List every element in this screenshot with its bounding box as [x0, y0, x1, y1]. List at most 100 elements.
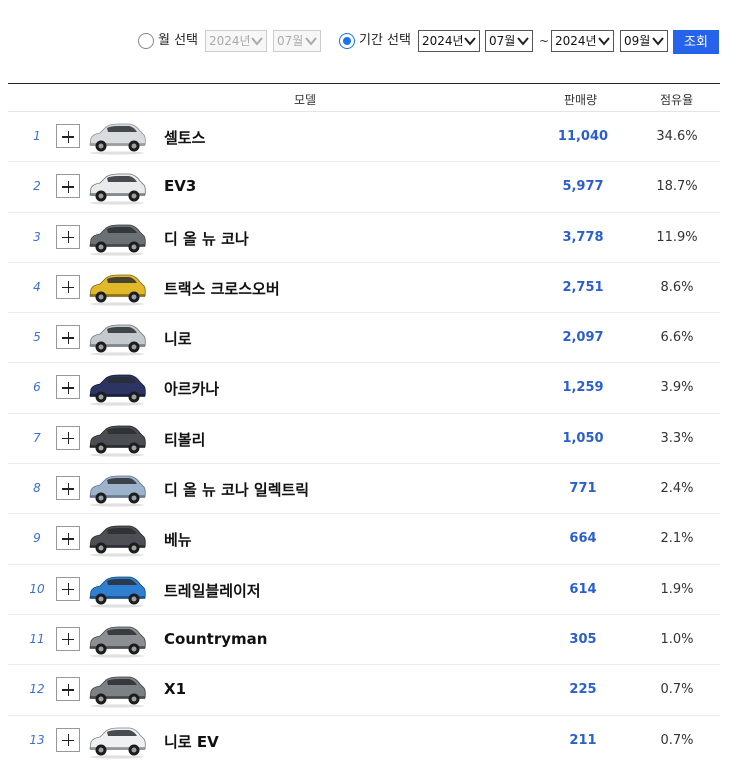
expand-plus-icon[interactable] — [56, 727, 80, 752]
market-share: 3.9% — [660, 380, 694, 396]
sales-ranking-table: 모델 판매량 점유율 1 셀토스 11,040 34.6% 2 EV3 5,977 18.7%… — [8, 83, 720, 764]
table-row: 7 티볼리 1,050 3.3% — [8, 414, 720, 465]
sales-count: 614 — [569, 581, 597, 597]
market-share: 2.1% — [660, 531, 694, 547]
car-thumbnail — [89, 274, 146, 306]
range-separator: ~ — [539, 34, 550, 48]
expand-plus-icon[interactable] — [56, 526, 80, 551]
model-name[interactable]: X1 — [164, 680, 186, 698]
table-row: 6 아르카나 1,259 3.9% — [8, 363, 720, 414]
model-name[interactable]: 티볼리 — [164, 429, 205, 450]
month-month-select[interactable]: 07월 — [273, 30, 321, 52]
expand-plus-icon[interactable] — [56, 576, 80, 601]
chevron-down-icon — [517, 37, 529, 46]
expand-plus-icon[interactable] — [56, 274, 80, 299]
model-name[interactable]: 디 올 뉴 코나 — [164, 228, 249, 249]
car-thumbnail — [89, 375, 146, 407]
rank-number: 3 — [33, 229, 41, 244]
sales-count: 211 — [569, 732, 597, 748]
market-share: 2.4% — [660, 481, 694, 497]
car-thumbnail — [89, 475, 146, 507]
model-name[interactable]: 아르카나 — [164, 378, 219, 399]
market-share: 8.6% — [660, 279, 694, 295]
rank-number: 8 — [33, 481, 41, 496]
table-row: 3 디 올 뉴 코나 3,778 11.9% — [8, 213, 720, 263]
market-share: 0.7% — [660, 682, 694, 698]
column-header-model: 모델 — [294, 93, 317, 107]
market-share: 1.9% — [660, 581, 694, 597]
sales-count: 771 — [569, 481, 597, 497]
sales-count: 664 — [569, 531, 597, 547]
car-thumbnail — [89, 727, 146, 759]
expand-plus-icon[interactable] — [56, 476, 80, 501]
market-share: 0.7% — [660, 732, 694, 748]
car-thumbnail — [89, 576, 146, 608]
model-name[interactable]: 트랙스 크로스오버 — [164, 278, 280, 299]
search-button[interactable]: 조회 — [673, 30, 719, 54]
sales-count: 1,050 — [562, 430, 604, 446]
model-name[interactable]: Countryman — [164, 630, 267, 648]
model-name[interactable]: 디 올 뉴 코나 일렉트릭 — [164, 479, 309, 500]
model-name[interactable]: EV3 — [164, 177, 196, 195]
expand-plus-icon[interactable] — [56, 174, 80, 199]
car-thumbnail — [89, 123, 146, 155]
period-filter-bar: 월 선택 2024년 07월 기간 선택 2024년 07월 ~ 2024년 0… — [0, 28, 737, 56]
expand-plus-icon[interactable] — [56, 375, 80, 400]
table-row: 13 니로 EV 211 0.7% — [8, 716, 720, 764]
sales-count: 5,977 — [562, 179, 604, 195]
expand-plus-icon[interactable] — [56, 224, 80, 249]
to-month-select[interactable]: 09월 — [620, 30, 668, 52]
month-select-label: 월 선택 — [158, 33, 199, 48]
table-header: 모델 판매량 점유율 — [8, 84, 720, 112]
model-name[interactable]: 니로 EV — [164, 731, 219, 752]
rank-number: 12 — [29, 682, 45, 697]
expand-plus-icon[interactable] — [56, 124, 80, 148]
expand-plus-icon[interactable] — [56, 677, 80, 702]
month-year-select[interactable]: 2024년 — [205, 30, 267, 52]
sales-count: 2,097 — [562, 330, 604, 346]
model-name[interactable]: 셀토스 — [164, 127, 205, 148]
expand-plus-icon[interactable] — [56, 626, 80, 651]
rank-number: 11 — [29, 631, 45, 646]
rank-number: 5 — [33, 330, 41, 345]
sales-count: 2,751 — [562, 279, 604, 295]
market-share: 34.6% — [656, 129, 698, 144]
period-select-radio[interactable] — [339, 33, 355, 49]
month-month-value: 07월 — [277, 34, 304, 48]
model-name[interactable]: 트레일블레이저 — [164, 580, 261, 601]
rank-number: 4 — [33, 279, 41, 294]
rank-number: 1 — [33, 129, 41, 143]
chevron-down-icon — [251, 37, 263, 46]
table-row: 10 트레일블레이저 614 1.9% — [8, 565, 720, 615]
market-share: 11.9% — [656, 229, 698, 245]
from-year-value: 2024년 — [422, 34, 464, 48]
expand-plus-icon[interactable] — [56, 425, 80, 450]
model-name[interactable]: 베뉴 — [164, 529, 192, 550]
month-year-value: 2024년 — [209, 34, 251, 48]
table-row: 4 트랙스 크로스오버 2,751 8.6% — [8, 263, 720, 314]
chevron-down-icon — [464, 37, 476, 46]
to-year-value: 2024년 — [555, 34, 597, 48]
car-thumbnail — [89, 525, 146, 557]
rank-number: 10 — [29, 581, 45, 596]
market-share: 3.3% — [660, 430, 694, 446]
rank-number: 2 — [33, 179, 41, 194]
car-thumbnail — [89, 224, 146, 256]
month-select-radio[interactable] — [138, 33, 154, 49]
from-month-value: 07월 — [489, 34, 516, 48]
market-share: 1.0% — [660, 631, 694, 647]
table-row: 2 EV3 5,977 18.7% — [8, 162, 720, 213]
chevron-down-icon — [305, 37, 317, 46]
expand-plus-icon[interactable] — [56, 325, 80, 350]
sales-count: 11,040 — [557, 129, 609, 144]
rank-number: 13 — [29, 732, 45, 747]
from-year-select[interactable]: 2024년 — [418, 30, 480, 52]
sales-count: 305 — [569, 631, 597, 647]
rank-number: 6 — [33, 380, 41, 395]
market-share: 18.7% — [656, 179, 698, 195]
to-year-select[interactable]: 2024년 — [551, 30, 614, 52]
from-month-select[interactable]: 07월 — [485, 30, 533, 52]
model-name[interactable]: 니로 — [164, 328, 192, 349]
market-share: 6.6% — [660, 330, 694, 346]
sales-count: 225 — [569, 682, 597, 698]
